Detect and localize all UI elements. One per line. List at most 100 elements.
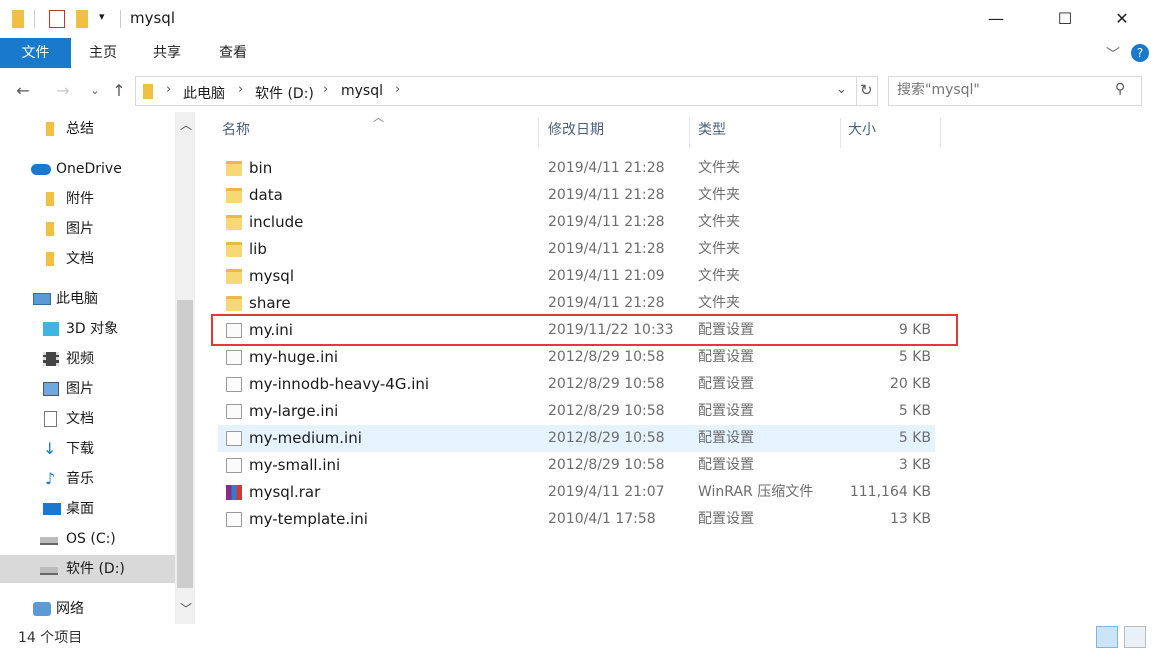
file-name: mysql	[249, 267, 294, 285]
file-type: 文件夹	[698, 214, 740, 230]
breadcrumb-separator-icon[interactable]: ›	[395, 82, 400, 97]
sidebar-item-pictures-onedrive[interactable]: 图片	[0, 215, 175, 243]
network-icon	[33, 602, 51, 616]
file-row-my-medium-ini[interactable]: my-medium.ini 2012/8/29 10:58 配置设置 5 KB	[218, 425, 935, 452]
chevron-down-icon[interactable]: ▾	[99, 10, 105, 23]
minimize-button[interactable]: —	[973, 0, 1019, 38]
forward-icon[interactable]: →	[52, 80, 74, 102]
title-bar: ▾ mysql — ☐ ✕	[0, 0, 1155, 38]
sidebar-item-label: 网络	[56, 601, 84, 617]
details-view-icon[interactable]	[1096, 626, 1118, 648]
refresh-icon[interactable]: ↻	[860, 81, 873, 99]
column-divider[interactable]	[689, 118, 690, 148]
sidebar-item-pictures[interactable]: 图片	[0, 375, 175, 403]
properties-icon[interactable]	[49, 10, 65, 28]
sidebar-item-label: 下载	[66, 441, 94, 457]
file-row-my-large-ini[interactable]: my-large.ini 2012/8/29 10:58 配置设置 5 KB	[218, 398, 935, 425]
file-type: 文件夹	[698, 268, 740, 284]
file-type: 配置设置	[698, 376, 754, 392]
sidebar-item-videos[interactable]: 视频	[0, 345, 175, 373]
file-row-data[interactable]: data 2019/4/11 21:28 文件夹	[218, 182, 935, 209]
search-input[interactable]	[897, 82, 1107, 98]
column-header-name[interactable]: 名称	[222, 118, 250, 154]
breadcrumb-separator-icon[interactable]: ›	[166, 82, 171, 97]
tab-share[interactable]: 共享	[142, 38, 192, 68]
column-header-size[interactable]: 大小	[848, 118, 876, 154]
search-box[interactable]: ⚲	[888, 76, 1142, 106]
breadcrumb-this-pc[interactable]: 此电脑	[183, 83, 225, 103]
folder-icon	[46, 192, 54, 206]
sidebar-item-label: 图片	[66, 381, 94, 397]
ribbon-expand-icon[interactable]: ﹀	[1106, 44, 1120, 64]
column-divider[interactable]	[538, 118, 539, 148]
column-header-type[interactable]: 类型	[698, 118, 726, 154]
breadcrumb-drive-d[interactable]: 软件 (D:)	[255, 83, 314, 103]
breadcrumb-separator-icon[interactable]: ›	[238, 82, 243, 97]
divider	[120, 10, 121, 28]
large-icons-view-icon[interactable]	[1124, 626, 1146, 648]
tab-file[interactable]: 文件	[0, 38, 71, 68]
address-bar[interactable]: › 此电脑 › 软件 (D:) › mysql › ⌄ ↻	[135, 76, 878, 106]
file-row-share[interactable]: share 2019/4/11 21:28 文件夹	[218, 290, 935, 317]
new-folder-icon[interactable]	[76, 10, 88, 28]
config-file-icon	[226, 512, 242, 527]
folder-icon	[46, 122, 54, 136]
file-row-mysql-rar[interactable]: mysql.rar 2019/4/11 21:07 WinRAR 压缩文件 11…	[218, 479, 935, 506]
file-row-lib[interactable]: lib 2019/4/11 21:28 文件夹	[218, 236, 935, 263]
config-file-icon	[226, 377, 242, 392]
file-size: 13 KB	[889, 511, 931, 527]
close-button[interactable]: ✕	[1099, 0, 1145, 38]
sidebar-item-this-pc[interactable]: 此电脑	[0, 285, 175, 313]
column-header-date[interactable]: 修改日期	[548, 118, 604, 154]
sidebar-item-downloads[interactable]: ↓ 下载	[0, 435, 175, 463]
file-row-my-huge-ini[interactable]: my-huge.ini 2012/8/29 10:58 配置设置 5 KB	[218, 344, 935, 371]
sidebar-item-desktop[interactable]: 桌面	[0, 495, 175, 523]
folder-icon	[46, 252, 54, 266]
back-icon[interactable]: ←	[12, 80, 34, 102]
sidebar-item-drive-d[interactable]: 软件 (D:)	[0, 555, 175, 583]
file-date: 2019/4/11 21:28	[548, 241, 665, 257]
help-icon[interactable]: ?	[1131, 44, 1149, 62]
file-row-include[interactable]: include 2019/4/11 21:28 文件夹	[218, 209, 935, 236]
maximize-button[interactable]: ☐	[1042, 0, 1088, 38]
file-name: my-medium.ini	[249, 429, 362, 447]
column-divider[interactable]	[940, 118, 941, 148]
sidebar-item-music[interactable]: ♪ 音乐	[0, 465, 175, 493]
sidebar-item-attachments[interactable]: 附件	[0, 185, 175, 213]
sidebar-item-onedrive[interactable]: OneDrive	[0, 155, 175, 183]
computer-icon	[33, 293, 51, 305]
file-type: 配置设置	[698, 511, 754, 527]
sidebar-item-documents-onedrive[interactable]: 文档	[0, 245, 175, 273]
sidebar-item-label: 视频	[66, 351, 94, 367]
sidebar-item-documents[interactable]: 文档	[0, 405, 175, 433]
sidebar-item-drive-c[interactable]: OS (C:)	[0, 525, 175, 553]
file-name: data	[249, 186, 283, 204]
sidebar-item-3d-objects[interactable]: 3D 对象	[0, 315, 175, 343]
file-row-bin[interactable]: bin 2019/4/11 21:28 文件夹	[218, 155, 935, 182]
recent-locations-icon[interactable]: ⌄	[84, 80, 106, 102]
sidebar-item-network[interactable]: 网络	[0, 595, 175, 623]
column-divider[interactable]	[840, 118, 841, 148]
sidebar-item-summary[interactable]: 总结	[0, 115, 175, 143]
file-row-my-template-ini[interactable]: my-template.ini 2010/4/1 17:58 配置设置 13 K…	[218, 506, 935, 533]
folder-icon	[12, 10, 24, 28]
search-icon[interactable]: ⚲	[1115, 81, 1125, 97]
breadcrumb-separator-icon[interactable]: ›	[323, 82, 328, 97]
file-name: my-template.ini	[249, 510, 368, 528]
file-row-mysql[interactable]: mysql 2019/4/11 21:09 文件夹	[218, 263, 935, 290]
scrollbar-thumb[interactable]	[177, 300, 193, 588]
file-type: 文件夹	[698, 295, 740, 311]
cloud-icon	[31, 164, 51, 175]
file-row-my-small-ini[interactable]: my-small.ini 2012/8/29 10:58 配置设置 3 KB	[218, 452, 935, 479]
file-date: 2019/4/11 21:28	[548, 187, 665, 203]
tab-home[interactable]: 主页	[78, 38, 128, 68]
sidebar-scrollbar[interactable]: ︿ ﹀	[175, 112, 195, 624]
breadcrumb-mysql[interactable]: mysql	[341, 83, 383, 99]
tab-view[interactable]: 查看	[208, 38, 258, 68]
address-dropdown-icon[interactable]: ⌄	[836, 82, 847, 97]
up-icon[interactable]: ↑	[108, 80, 130, 102]
scroll-down-icon[interactable]: ﹀	[180, 600, 192, 617]
scroll-up-icon[interactable]: ︿	[180, 116, 192, 133]
file-row-my-innodb-heavy-4g-ini[interactable]: my-innodb-heavy-4G.ini 2012/8/29 10:58 配…	[218, 371, 935, 398]
file-type: 配置设置	[698, 430, 754, 446]
